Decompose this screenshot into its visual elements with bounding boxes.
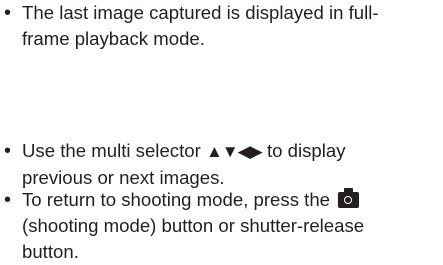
bullet-item-multi-selector: • Use the multi selector ▲▼◀▶ to display… [0, 138, 443, 191]
text-line: The last image captured is displayed in … [22, 2, 379, 23]
text-segment: Use the multi selector [22, 140, 201, 161]
bullet-text: The last image captured is displayed in … [22, 0, 443, 52]
multi-selector-arrows-icon: ▲▼◀▶ [205, 142, 263, 161]
text-line: frame playback mode. [22, 28, 205, 49]
bullet-dot: • [4, 140, 12, 162]
camera-icon [338, 188, 360, 208]
text-line: button. [22, 241, 79, 262]
text-line: Use the multi selector ▲▼◀▶ to display [22, 138, 443, 165]
bullet-dot: • [4, 189, 12, 211]
bullet-text: Use the multi selector ▲▼◀▶ to display p… [22, 138, 443, 191]
text-line: To return to shooting mode, press the [22, 187, 443, 213]
text-segment: To return to shooting mode, press the [22, 189, 331, 210]
bullet-text: To return to shooting mode, press the (s… [22, 187, 443, 265]
bullet-dot: • [4, 2, 12, 24]
text-segment: to display [266, 140, 346, 161]
bullet-item-shooting-mode: • To return to shooting mode, press the … [0, 187, 443, 265]
text-line: (shooting mode) button or shutter-releas… [22, 215, 365, 236]
bullet-item-playback: • The last image captured is displayed i… [0, 0, 443, 52]
